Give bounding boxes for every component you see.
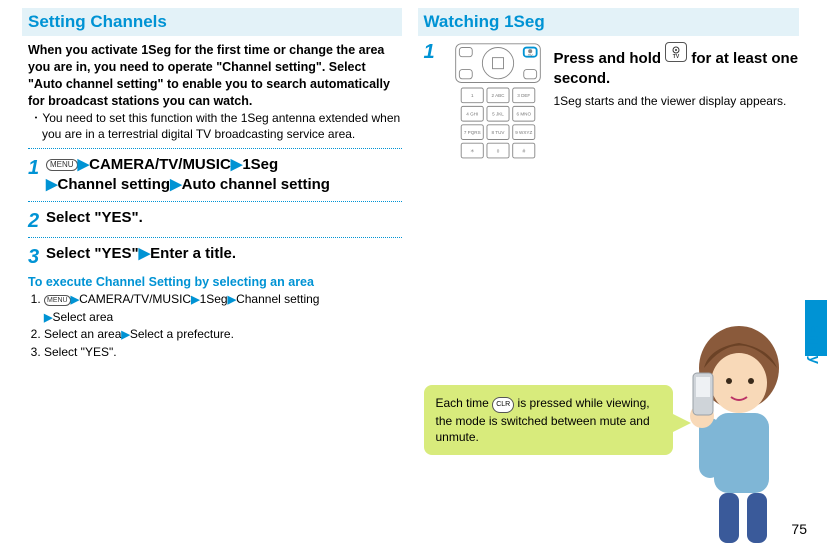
sub1-c: Channel setting xyxy=(236,292,319,306)
step-1: 1 MENU▶CAMERA/TV/MUSIC▶1Seg ▶Channel set… xyxy=(28,155,402,196)
menu-icon: MENU xyxy=(44,295,71,306)
sub1-d: Select area xyxy=(52,310,113,324)
right-step-text: Press and hold TV for at least one secon… xyxy=(554,42,800,110)
right-step-main: Press and hold TV for at least one secon… xyxy=(554,42,800,88)
side-label: Enjoy xyxy=(806,323,823,364)
section-title-right: Watching 1Seg xyxy=(424,12,545,31)
step-3-body: Select "YES"▶Enter a title. xyxy=(46,244,236,264)
sub-step-1: MENU▶CAMERA/TV/MUSIC▶1Seg▶Channel settin… xyxy=(44,291,402,326)
section-title-left: Setting Channels xyxy=(28,12,167,31)
svg-text:6 MNO: 6 MNO xyxy=(516,112,531,117)
arrow-icon: ▶ xyxy=(71,294,79,306)
clr-button-icon: CLR xyxy=(492,397,514,412)
step3-part-b: Enter a title. xyxy=(150,245,236,262)
step1-part-c: Channel setting xyxy=(58,176,171,193)
step3-part-a: Select "YES" xyxy=(46,245,139,262)
phone-keypad-icon: TV 1 2 ABC 3 DEF 4 GHI 5 JKL 6 MNO 7 PQRS 8 T… xyxy=(452,42,544,165)
right-step-sub: 1Seg starts and the viewer display appea… xyxy=(554,94,800,110)
separator xyxy=(28,148,402,149)
tv-button-icon: TV xyxy=(665,42,687,62)
sub2-a: Select an area xyxy=(44,327,121,341)
step1-part-d: Auto channel setting xyxy=(182,176,330,193)
sub1-b: 1Seg xyxy=(200,292,228,306)
svg-text:3 DEF: 3 DEF xyxy=(517,93,530,98)
step1-part-a: CAMERA/TV/MUSIC xyxy=(89,156,231,173)
arrow-icon: ▶ xyxy=(170,176,182,193)
step-number: 1 xyxy=(28,155,46,178)
arrow-icon: ▶ xyxy=(139,245,151,262)
speech-bubble: Each time CLR is pressed while viewing, … xyxy=(424,385,673,455)
svg-text:4 GHI: 4 GHI xyxy=(466,112,478,117)
svg-text:7 PQRS: 7 PQRS xyxy=(463,130,480,135)
right-step-1: 1 TV xyxy=(424,42,800,165)
character-illustration xyxy=(659,313,809,543)
speech-a: Each time xyxy=(436,396,493,410)
arrow-icon: ▶ xyxy=(121,329,129,341)
bullet-text-content: You need to set this function with the 1… xyxy=(42,111,400,141)
step-number: 1 xyxy=(424,42,442,62)
section-bar-left: Setting Channels xyxy=(22,8,402,36)
svg-text:8 TUV: 8 TUV xyxy=(491,130,505,135)
step-2-body: Select "YES". xyxy=(46,208,143,228)
arrow-icon: ▶ xyxy=(231,156,243,173)
arrow-icon: ▶ xyxy=(228,294,236,306)
step1-part-b: 1Seg xyxy=(242,156,278,173)
svg-text:＊: ＊ xyxy=(469,148,474,153)
step-number: 3 xyxy=(28,244,46,267)
separator xyxy=(28,201,402,202)
svg-text:9 WXYZ: 9 WXYZ xyxy=(515,130,532,135)
arrow-icon: ▶ xyxy=(191,294,199,306)
svg-text:TV: TV xyxy=(673,54,680,59)
section-bar-right: Watching 1Seg xyxy=(418,8,800,36)
svg-text:2 ABC: 2 ABC xyxy=(491,93,505,98)
step-1-body: MENU▶CAMERA/TV/MUSIC▶1Seg ▶Channel setti… xyxy=(46,155,330,196)
step-3: 3 Select "YES"▶Enter a title. xyxy=(28,244,402,267)
sub2-b: Select a prefecture. xyxy=(130,327,234,341)
separator xyxy=(28,237,402,238)
menu-icon: MENU xyxy=(46,159,78,171)
arrow-icon: ▶ xyxy=(78,156,90,173)
sub-steps-list: MENU▶CAMERA/TV/MUSIC▶1Seg▶Channel settin… xyxy=(28,291,402,360)
sub1-a: CAMERA/TV/MUSIC xyxy=(79,292,191,306)
svg-text:1: 1 xyxy=(470,93,473,98)
svg-text:0: 0 xyxy=(496,148,499,153)
sub-step-2: Select an area▶Select a prefecture. xyxy=(44,326,402,343)
intro-text: When you activate 1Seg for the first tim… xyxy=(28,42,402,110)
svg-text:5 JKL: 5 JKL xyxy=(492,112,504,117)
step-number: 2 xyxy=(28,208,46,231)
step-2: 2 Select "YES". xyxy=(28,208,402,231)
bullet-text: ･ You need to set this function with the… xyxy=(42,110,402,142)
svg-text:＃: ＃ xyxy=(521,148,526,153)
step1-text-a: Press and hold xyxy=(554,50,666,67)
sub-step-3: Select "YES". xyxy=(44,344,402,361)
page-number: 75 xyxy=(791,521,807,537)
arrow-icon: ▶ xyxy=(46,176,58,193)
svg-text:TV: TV xyxy=(527,53,532,57)
sub-heading: To execute Channel Setting by selecting … xyxy=(28,275,402,289)
